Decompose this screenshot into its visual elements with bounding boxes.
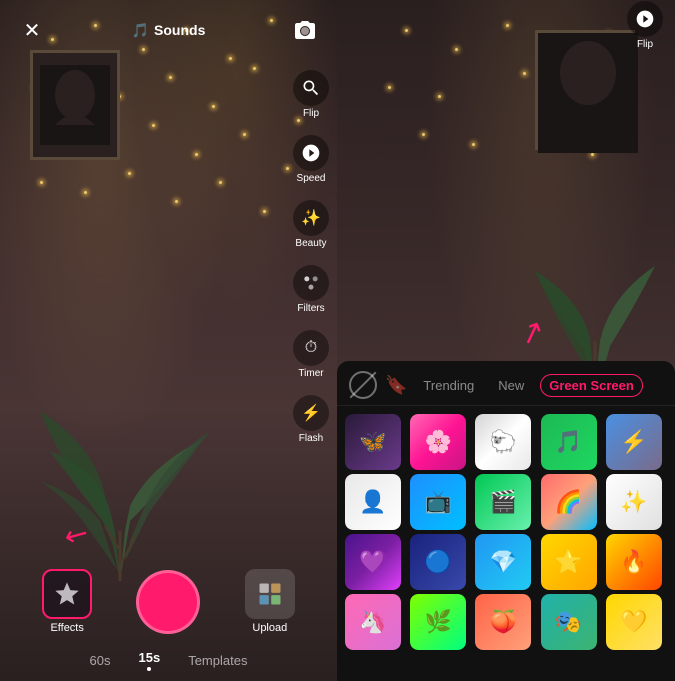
effect-item-9[interactable]: 🌈: [541, 474, 597, 530]
speed-button[interactable]: Speed: [293, 135, 329, 184]
effects-label: Effects: [50, 622, 83, 634]
right-camera-panel: Flip ↙ 🔖 Trending New Green Screen 🦋 🌸 🐑: [337, 0, 675, 681]
sounds-button[interactable]: 🎵 Sounds: [132, 22, 206, 39]
record-button[interactable]: [136, 570, 200, 634]
bookmark-icon[interactable]: 🔖: [385, 375, 407, 396]
effect-item-14[interactable]: ⭐: [541, 534, 597, 590]
flash-button[interactable]: ⚡ Flash: [293, 395, 329, 444]
camera-switch-icon-left[interactable]: [289, 14, 321, 46]
duration-15s[interactable]: 15s: [135, 648, 165, 673]
effect-bg-18: 🍑: [475, 594, 531, 650]
top-bar-right: Flip: [337, 0, 675, 50]
effect-item-6[interactable]: 👤: [345, 474, 401, 530]
timer-button[interactable]: ⏱ Timer: [293, 330, 329, 379]
close-icon: ✕: [24, 18, 41, 43]
filters-button[interactable]: Filters: [293, 265, 329, 314]
effect-bg-15: 🔥: [606, 534, 662, 590]
effects-icon-box: [42, 569, 92, 619]
effect-bg-1: 🦋: [345, 414, 401, 470]
effect-item-15[interactable]: 🔥: [606, 534, 662, 590]
left-camera-panel: ✕ 🎵 Sounds Flip: [0, 0, 337, 681]
flip-icon: [293, 70, 329, 106]
beauty-icon: ✨: [293, 200, 329, 236]
speed-icon: [293, 135, 329, 171]
effect-item-17[interactable]: 🌿: [410, 594, 466, 650]
filters-label: Filters: [297, 303, 324, 314]
effect-item-4[interactable]: 🎵: [541, 414, 597, 470]
close-button[interactable]: ✕: [16, 14, 48, 46]
effect-item-8[interactable]: 🎬: [475, 474, 531, 530]
beauty-label: Beauty: [295, 238, 326, 249]
effect-bg-3: 🐑: [475, 414, 531, 470]
sounds-label: Sounds: [154, 22, 205, 38]
bottom-controls: Effects Upload 60s 15s Templates: [0, 561, 337, 681]
flash-icon: ⚡: [293, 395, 329, 431]
effect-bg-20: 💛: [606, 594, 662, 650]
effects-tabs: 🔖 Trending New Green Screen: [337, 361, 675, 406]
no-effect-button[interactable]: [349, 371, 377, 399]
flip-button[interactable]: Flip: [293, 70, 329, 119]
effect-item-11[interactable]: 💜: [345, 534, 401, 590]
flash-label: Flash: [299, 433, 323, 444]
effect-item-19[interactable]: 🎭: [541, 594, 597, 650]
speed-label: Speed: [297, 173, 326, 184]
duration-templates[interactable]: Templates: [184, 651, 251, 670]
plant-left: [20, 331, 220, 581]
flip-button-right[interactable]: Flip: [627, 1, 663, 50]
effect-item-3[interactable]: 🐑: [475, 414, 531, 470]
duration-tabs: 60s 15s Templates: [0, 642, 337, 681]
effect-item-1[interactable]: 🦋: [345, 414, 401, 470]
effect-item-16[interactable]: 🦄: [345, 594, 401, 650]
effect-item-2[interactable]: 🌸: [410, 414, 466, 470]
picture-frame-left: [30, 50, 120, 160]
upload-button[interactable]: Upload: [245, 569, 295, 634]
effect-item-7[interactable]: 📺: [410, 474, 466, 530]
effects-panel: 🔖 Trending New Green Screen 🦋 🌸 🐑 🎵 ⚡: [337, 361, 675, 681]
effect-bg-13: 💎: [475, 534, 531, 590]
effect-bg-4: 🎵: [541, 414, 597, 470]
effect-bg-8: 🎬: [475, 474, 531, 530]
upload-icon: [245, 569, 295, 619]
bottom-icons-row: Effects Upload: [0, 561, 337, 642]
effect-item-20[interactable]: 💛: [606, 594, 662, 650]
effect-item-18[interactable]: 🍑: [475, 594, 531, 650]
effect-bg-19: 🎭: [541, 594, 597, 650]
duration-60s[interactable]: 60s: [86, 651, 115, 670]
upload-label: Upload: [252, 622, 287, 634]
effect-bg-17: 🌿: [410, 594, 466, 650]
flip-label-right: Flip: [637, 39, 653, 50]
effect-bg-10: ✨: [606, 474, 662, 530]
effect-item-13[interactable]: 💎: [475, 534, 531, 590]
top-bar-left: ✕ 🎵 Sounds: [0, 0, 337, 60]
flip-label: Flip: [303, 108, 319, 119]
effect-bg-14: ⭐: [541, 534, 597, 590]
effect-bg-5: ⚡: [606, 414, 662, 470]
filters-icon: [293, 265, 329, 301]
right-icons-panel: Flip Speed ✨ Beauty Filters: [293, 70, 329, 444]
effect-bg-7: 📺: [410, 474, 466, 530]
effect-bg-2: 🌸: [410, 414, 466, 470]
effect-bg-16: 🦄: [345, 594, 401, 650]
effect-bg-6: 👤: [345, 474, 401, 530]
tab-green-screen[interactable]: Green Screen: [540, 374, 643, 397]
effect-item-5[interactable]: ⚡: [606, 414, 662, 470]
tab-trending[interactable]: Trending: [415, 374, 482, 397]
effect-bg-11: 💜: [345, 534, 401, 590]
effect-item-12[interactable]: 🔵: [410, 534, 466, 590]
effect-bg-9: 🌈: [541, 474, 597, 530]
flip-icon-right: [627, 1, 663, 37]
frame-inner-left: [40, 65, 110, 145]
beauty-button[interactable]: ✨ Beauty: [293, 200, 329, 249]
effects-button[interactable]: Effects: [42, 569, 92, 634]
effect-item-10[interactable]: ✨: [606, 474, 662, 530]
music-icon: 🎵: [132, 22, 149, 39]
tab-new[interactable]: New: [490, 374, 532, 397]
effect-bg-12: 🔵: [410, 534, 466, 590]
effects-grid: 🦋 🌸 🐑 🎵 ⚡ 👤 📺 🎬: [337, 406, 675, 658]
timer-icon: ⏱: [293, 330, 329, 366]
timer-label: Timer: [298, 368, 323, 379]
